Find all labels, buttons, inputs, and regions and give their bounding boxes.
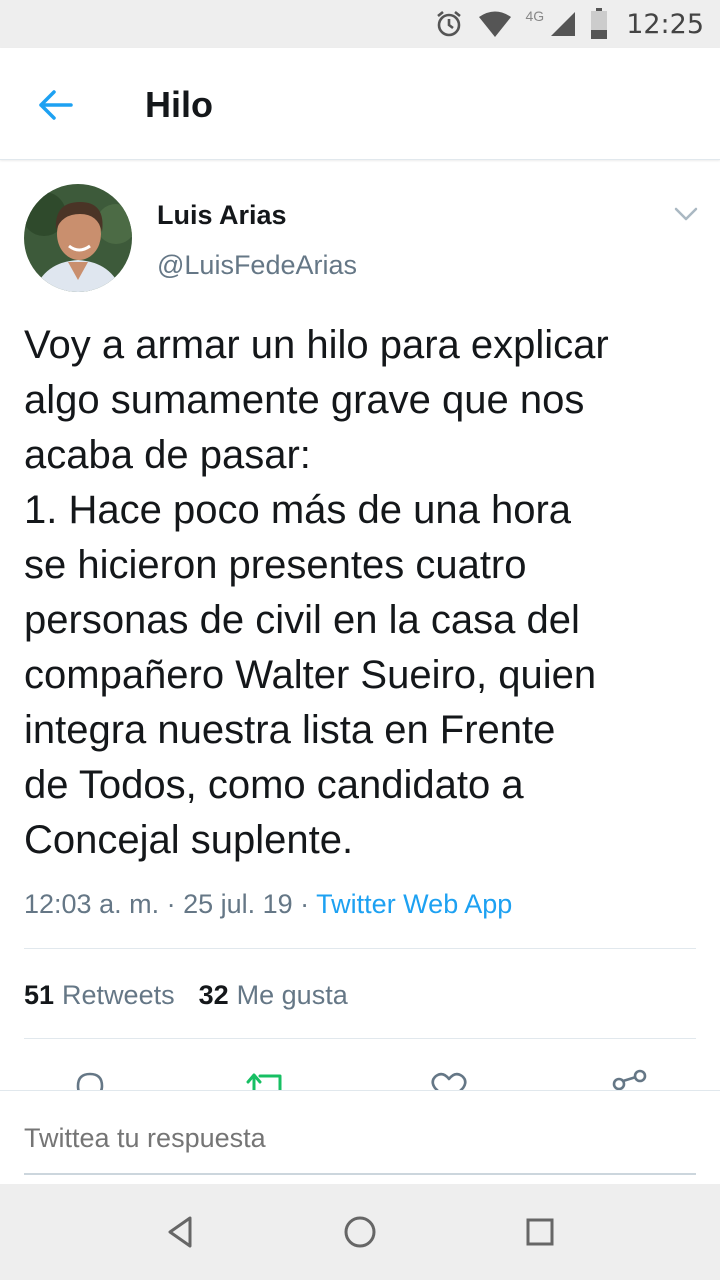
retweets-stat[interactable]: 51 Retweets [24, 980, 175, 1011]
retweets-count: 51 [24, 980, 55, 1010]
retweet-button[interactable] [246, 1068, 290, 1090]
reply-bar [0, 1090, 720, 1184]
likes-count: 32 [198, 980, 229, 1010]
tweet-meta: 12:03 a. m. · 25 jul. 19 · Twitter Web A… [24, 889, 512, 920]
battery-icon [591, 8, 608, 39]
recents-square-icon [526, 1218, 554, 1246]
divider [24, 948, 696, 949]
back-triangle-icon [168, 1216, 192, 1248]
share-button[interactable] [610, 1068, 654, 1090]
likes-label: Me gusta [236, 980, 348, 1010]
back-button[interactable] [28, 78, 82, 132]
nav-back-button[interactable] [160, 1212, 200, 1252]
share-icon [612, 1069, 647, 1090]
nav-home-button[interactable] [340, 1212, 380, 1252]
reply-icon [76, 1072, 104, 1090]
reply-button[interactable] [70, 1068, 114, 1090]
avatar[interactable] [24, 184, 132, 292]
nav-recents-button[interactable] [520, 1212, 560, 1252]
system-nav-bar [0, 1184, 720, 1280]
author-handle[interactable]: @LuisFedeArias [157, 250, 357, 281]
status-icons: 4G 12:25 [434, 0, 704, 48]
divider [24, 1038, 696, 1039]
status-bar: 4G 12:25 [0, 0, 720, 48]
like-button[interactable] [428, 1068, 472, 1090]
wifi-icon [478, 11, 511, 37]
signal-icon [551, 12, 576, 36]
tweet-text: Voy a armar un hilo para explicar algo s… [24, 323, 609, 862]
reply-input[interactable] [24, 1123, 696, 1154]
tweet-timestamp: 12:03 a. m. · 25 jul. 19 · [24, 889, 317, 919]
author-name[interactable]: Luis Arias [157, 200, 287, 231]
page-title: Hilo [145, 84, 213, 125]
chevron-down-icon [674, 207, 698, 221]
retweets-label: Retweets [62, 980, 175, 1010]
status-time: 12:25 [626, 8, 704, 40]
tweet-actions [0, 1062, 720, 1090]
app-header: Hilo [0, 48, 720, 160]
retweet-icon [246, 1073, 282, 1090]
alarm-icon [436, 10, 461, 37]
home-circle-icon [344, 1216, 376, 1248]
network-type-label: 4G [525, 8, 545, 24]
likes-stat[interactable]: 32 Me gusta [199, 980, 348, 1011]
tweet-stats: 51 Retweets 32 Me gusta [24, 980, 348, 1011]
reply-input-underline [24, 1173, 696, 1175]
tweet-menu-button[interactable] [670, 200, 702, 228]
like-icon [431, 1072, 467, 1090]
tweet-source-link[interactable]: Twitter Web App [316, 889, 512, 919]
arrow-left-icon [39, 90, 73, 120]
